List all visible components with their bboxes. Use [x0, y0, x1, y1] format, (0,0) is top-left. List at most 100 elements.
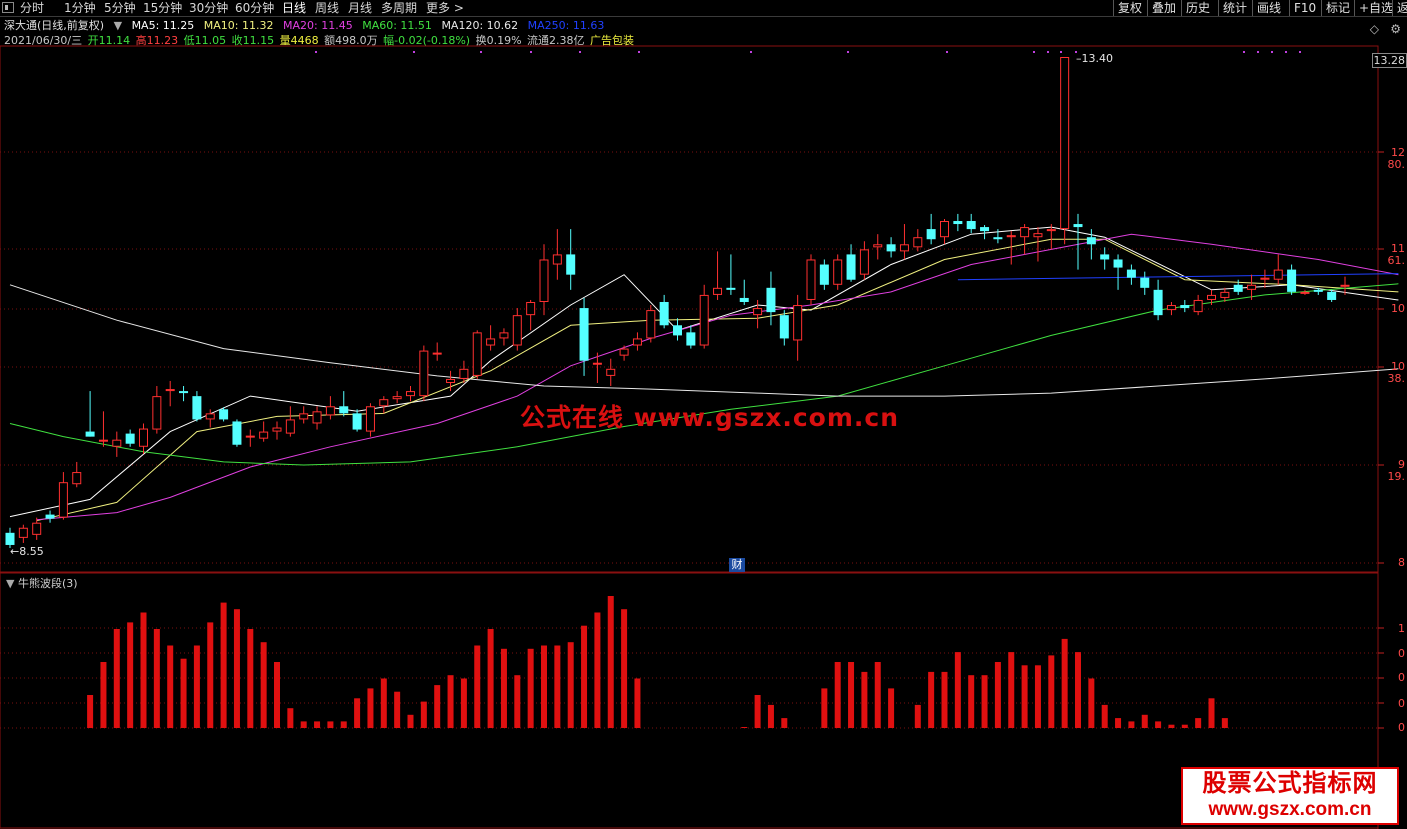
indicator-bar — [1115, 718, 1122, 728]
finance-marker[interactable]: 财 — [729, 558, 745, 572]
indicator-bar — [861, 671, 868, 728]
signal-dot — [579, 51, 581, 53]
candle — [365, 403, 375, 437]
candle-body — [272, 427, 282, 432]
candle-body — [45, 514, 55, 519]
candle-body — [1020, 227, 1030, 238]
candle-body — [245, 435, 255, 438]
candle — [112, 431, 122, 457]
candle-body — [646, 310, 656, 339]
candle — [899, 224, 909, 260]
candle — [833, 254, 843, 290]
indicator-bar — [581, 625, 588, 728]
candle — [432, 342, 442, 361]
indicator-bar — [233, 609, 240, 728]
candle — [806, 254, 816, 306]
candle-body — [753, 308, 763, 316]
candle — [753, 299, 763, 329]
low-price-label: ←8.55 — [10, 545, 44, 558]
indicator-bar — [1221, 718, 1228, 728]
indicator-bar — [1008, 652, 1015, 728]
candle-body — [1300, 291, 1310, 294]
indicator-title[interactable]: ▼ 牛熊波段(3) — [6, 575, 78, 591]
candle-body — [459, 368, 469, 379]
indicator-panel-frame — [0, 572, 1379, 829]
candle-body — [259, 431, 269, 439]
candle-body — [846, 254, 856, 280]
candle-body — [966, 221, 976, 230]
candle-body — [325, 406, 335, 416]
signal-dot — [1060, 51, 1062, 53]
candle-body — [152, 396, 162, 430]
candle — [1193, 294, 1203, 316]
candle — [673, 318, 682, 341]
candle-body — [1126, 269, 1136, 278]
indicator-bar — [941, 671, 948, 728]
indicator-bar — [1128, 721, 1135, 728]
candle — [392, 391, 402, 404]
candle-body — [713, 287, 723, 295]
indicator-bar — [874, 662, 881, 728]
indicator-bar — [367, 688, 374, 728]
candle — [58, 472, 68, 520]
indicator-bar — [1141, 714, 1148, 728]
candle-body — [85, 431, 95, 437]
candle — [459, 360, 469, 383]
candle — [632, 332, 642, 351]
indicator-bar — [928, 671, 935, 728]
signal-dot — [1271, 51, 1273, 53]
candle-body — [1113, 259, 1123, 268]
indicator-collapse-icon[interactable]: ▼ — [6, 577, 14, 590]
candle-body — [940, 221, 949, 238]
candle-body — [1046, 229, 1056, 232]
indicator-bar — [354, 698, 361, 728]
indicator-bar — [474, 645, 481, 728]
candle — [926, 213, 936, 245]
candle-body — [1153, 289, 1163, 316]
indicator-bar — [153, 629, 160, 728]
candle-body — [232, 421, 242, 445]
signal-dot — [480, 51, 482, 53]
signal-dot — [1299, 51, 1301, 53]
candle-body — [1327, 291, 1337, 300]
indicator-bar — [754, 695, 761, 728]
candle-body — [1193, 299, 1203, 313]
high-price-label: –13.40 — [1076, 52, 1113, 65]
indicator-bar — [968, 675, 975, 728]
candle-body — [1273, 269, 1283, 280]
candle — [766, 271, 776, 326]
indicator-bar — [287, 708, 294, 728]
indicator-bar — [193, 645, 200, 728]
candle — [205, 409, 215, 428]
candle — [619, 345, 629, 361]
indicator-bar — [127, 622, 134, 728]
candle — [1020, 224, 1030, 255]
indicator-bar — [1168, 724, 1175, 728]
indicator-axis-label: 0 — [1398, 697, 1405, 710]
candle-body — [779, 315, 789, 339]
indicator-bar — [954, 652, 961, 728]
candle-body — [686, 332, 696, 346]
indicator-bar — [981, 675, 988, 728]
candle — [1327, 289, 1337, 302]
candle-body — [1247, 284, 1257, 290]
candle — [419, 345, 429, 402]
candle — [873, 234, 883, 260]
candle-body — [352, 413, 362, 430]
indicator-bar — [741, 727, 748, 728]
signal-dot — [1047, 51, 1049, 53]
candle-body — [566, 254, 576, 275]
indicator-bar — [1048, 655, 1055, 728]
candle-body — [1166, 305, 1176, 311]
candle — [913, 229, 923, 252]
ma-line-ma250 — [957, 273, 1399, 281]
signal-dot — [315, 51, 317, 53]
candle-body — [552, 254, 562, 265]
price-axis-label: 61. — [1387, 254, 1406, 267]
indicator-bar — [407, 714, 414, 728]
candle — [339, 391, 349, 417]
brand-url: www.gszx.com.cn — [1208, 799, 1372, 820]
candle — [299, 406, 309, 424]
candle — [980, 225, 990, 240]
candle — [245, 429, 255, 447]
